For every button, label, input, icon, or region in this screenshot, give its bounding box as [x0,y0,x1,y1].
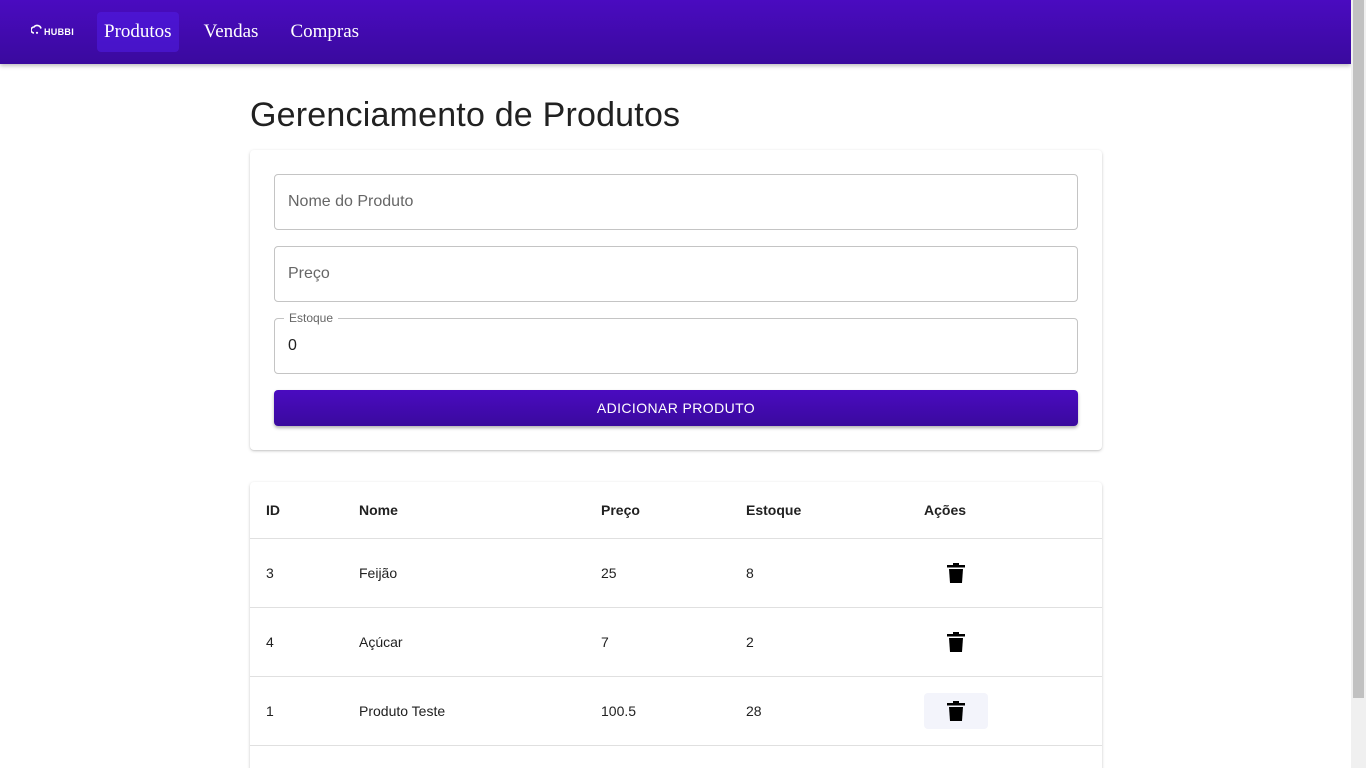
cell-estoque: 2 [746,634,754,650]
page-scrollbar[interactable] [1351,0,1366,768]
cell-estoque: 28 [746,703,762,719]
product-name-field [274,174,1078,230]
header-id[interactable]: ID [266,482,280,538]
cell-id: 3 [266,565,274,581]
app-bar: HUBBI Produtos Vendas Compras [0,0,1351,64]
price-field [274,246,1078,302]
nav-item-produtos[interactable]: Produtos [97,12,179,52]
trash-icon [947,563,965,583]
table-row: 3 Feijão 25 8 [250,539,1102,608]
cell-nome: Feijão [359,565,398,581]
stock-label: Estoque [284,311,339,325]
cell-preco: 100.5 [601,703,637,719]
trash-icon [947,701,965,721]
price-input[interactable] [275,247,1077,301]
nav-item-compras[interactable]: Compras [283,12,366,52]
table-row: 1 Produto Teste 100.5 28 [250,677,1102,746]
stock-input[interactable] [275,319,1077,373]
table-header-row: ID Nome Preço Estoque Ações [250,482,1102,539]
header-estoque[interactable]: Estoque [746,482,801,538]
delete-button[interactable] [924,555,988,591]
products-table: ID Nome Preço Estoque Ações 3 Feijão 25 … [250,482,1102,768]
logo-text: HUBBI [44,27,74,37]
nav-item-vendas[interactable]: Vendas [197,12,266,52]
scrollbar-thumb[interactable] [1353,0,1364,698]
delete-button[interactable] [924,693,988,729]
product-name-input[interactable] [275,175,1077,229]
cell-nome: Produto Teste [359,703,446,719]
cell-nome: Açúcar [359,634,403,650]
stock-field: Estoque [274,311,1078,374]
header-nome[interactable]: Nome [359,482,398,538]
cell-preco: 7 [601,634,609,650]
cell-id: 4 [266,634,274,650]
page-title: Gerenciamento de Produtos [250,96,681,134]
header-acoes: Ações [924,502,967,518]
cloud-icon [31,24,42,34]
table-row: 4 Açúcar 7 2 [250,608,1102,677]
cell-estoque: 8 [746,565,754,581]
cell-preco: 25 [601,565,617,581]
trash-icon [947,632,965,652]
product-form-card: Estoque ADICIONAR PRODUTO [250,150,1102,450]
delete-button[interactable] [924,624,988,660]
cell-id: 1 [266,703,274,719]
main-nav: Produtos Vendas Compras [97,12,384,52]
hubbi-logo[interactable]: HUBBI [31,20,75,40]
add-product-button[interactable]: ADICIONAR PRODUTO [274,390,1078,426]
header-preco[interactable]: Preço [601,482,640,538]
